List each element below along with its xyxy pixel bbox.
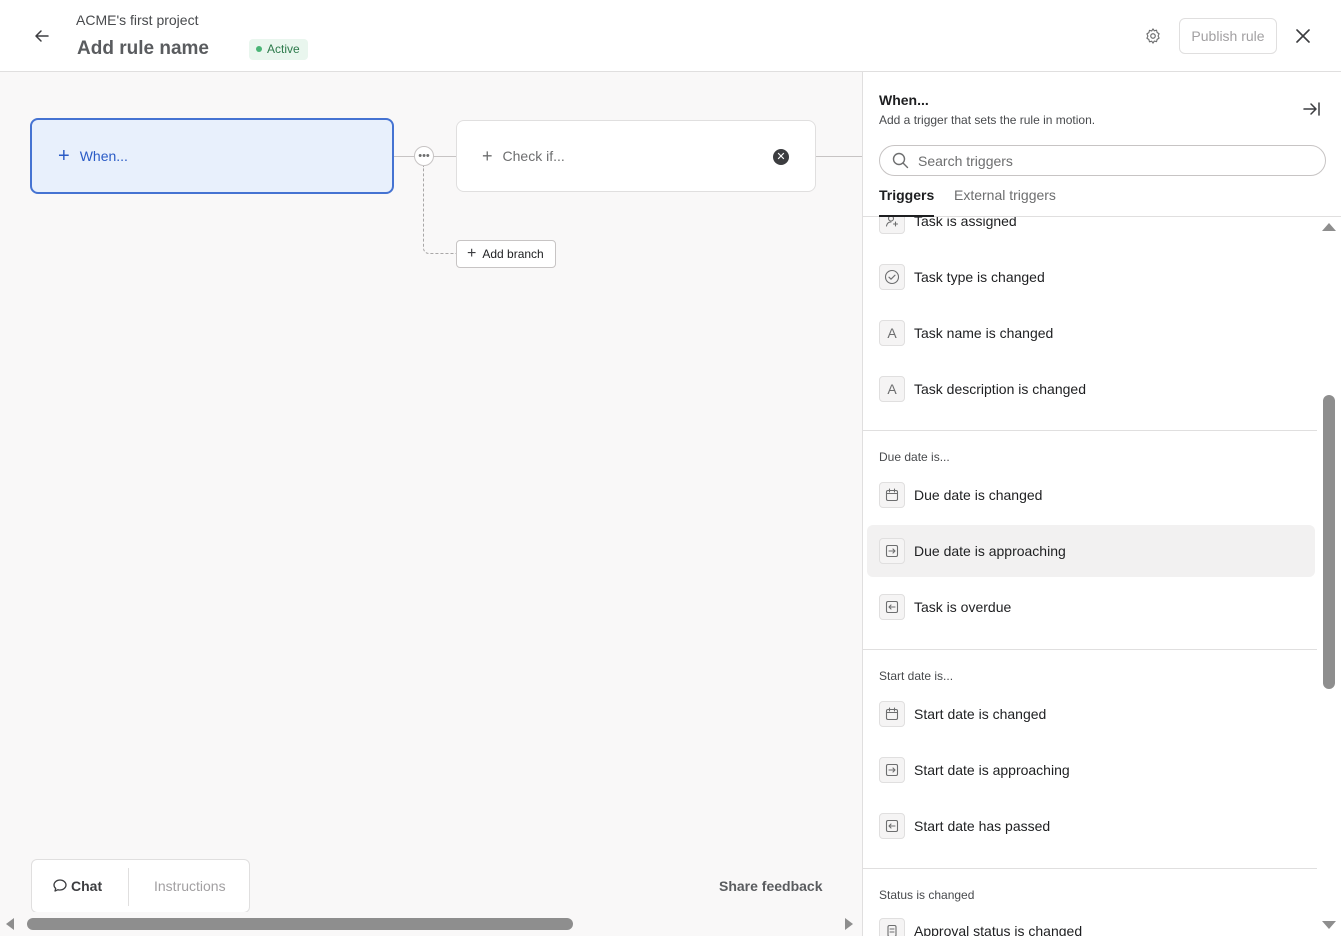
section-heading-due-date: Due date is... [879, 450, 950, 464]
section-heading-status: Status is changed [879, 888, 975, 902]
gear-icon [1146, 28, 1160, 44]
chat-bubble-icon [52, 878, 68, 894]
scroll-up-icon[interactable] [1322, 223, 1336, 231]
tab-triggers[interactable]: Triggers [879, 187, 935, 217]
trigger-item-task-overdue[interactable]: Task is overdue [867, 581, 1315, 633]
trigger-item-label: Due date is approaching [914, 543, 1066, 559]
rule-name[interactable]: Add rule name [77, 38, 209, 60]
search-icon [892, 152, 909, 169]
trigger-item-task-type-changed[interactable]: Task type is changed [867, 251, 1315, 303]
settings-button[interactable] [1140, 23, 1166, 49]
arrow-out-icon [879, 813, 905, 839]
trigger-item-task-assigned[interactable]: Task is assigned [867, 217, 1315, 247]
trigger-item-due-date-changed[interactable]: Due date is changed [867, 469, 1315, 521]
search-triggers-box[interactable] [879, 145, 1326, 176]
header: ACME's first project Add rule name Activ… [0, 0, 1341, 72]
trigger-item-label: Start date is approaching [914, 762, 1070, 778]
close-icon [1296, 29, 1310, 43]
add-branch-button[interactable]: + Add branch [456, 240, 556, 268]
trigger-item-label: Start date is changed [914, 706, 1047, 722]
instructions-button[interactable]: Instructions [154, 878, 226, 894]
section-divider [863, 868, 1319, 869]
chat-instructions-toggle: Chat Instructions [31, 859, 250, 913]
plus-icon: + [482, 146, 493, 166]
arrow-in-icon [879, 538, 905, 564]
panel-subtitle: Add a trigger that sets the rule in moti… [879, 113, 1096, 127]
trigger-item-due-date-approaching[interactable]: Due date is approaching [867, 525, 1315, 577]
add-branch-label: Add branch [482, 247, 544, 261]
scrollbar-thumb[interactable] [27, 918, 573, 930]
vertical-scrollbar[interactable] [1317, 217, 1341, 936]
trigger-list: Task is assigned Task type is changed A … [863, 217, 1319, 936]
back-button[interactable] [28, 22, 56, 50]
trigger-item-label: Approval status is changed [914, 923, 1083, 936]
trigger-tabs: Triggers External triggers [863, 184, 1341, 217]
chat-label: Chat [71, 878, 103, 894]
trigger-item-task-description-changed[interactable]: A Task description is changed [867, 363, 1315, 415]
trigger-item-label: Due date is changed [914, 487, 1043, 503]
plus-icon: + [467, 245, 477, 262]
status-badge: Active [249, 39, 308, 60]
trigger-item-label: Task is overdue [914, 599, 1012, 615]
tab-external-triggers[interactable]: External triggers [954, 187, 1056, 217]
check-if-label: Check if... [502, 148, 565, 164]
calendar-icon [879, 701, 905, 727]
trigger-item-label: Task description is changed [914, 381, 1086, 397]
trigger-item-label: Task is assigned [914, 217, 1017, 229]
branch-connector [423, 166, 457, 254]
connector-line [816, 156, 862, 157]
person-add-icon [879, 217, 905, 234]
section-divider [863, 649, 1319, 650]
panel-title: When... [879, 92, 929, 108]
ellipsis-icon: ••• [418, 149, 430, 162]
approval-icon [879, 918, 905, 936]
check-circle-icon [879, 264, 905, 290]
remove-condition-button[interactable]: ✕ [773, 149, 789, 165]
check-if-card[interactable]: + Check if... ✕ [456, 120, 816, 192]
scroll-left-icon[interactable] [6, 918, 14, 930]
plus-icon: + [58, 145, 70, 167]
arrow-in-icon [879, 757, 905, 783]
scroll-down-icon[interactable] [1322, 921, 1336, 929]
trigger-item-task-name-changed[interactable]: A Task name is changed [867, 307, 1315, 359]
trigger-item-start-date-passed[interactable]: Start date has passed [867, 800, 1315, 852]
rule-canvas: + When... ••• + Check if... ✕ + Add bran… [0, 72, 862, 936]
arrow-out-icon [879, 594, 905, 620]
when-trigger-card[interactable]: + When... [30, 118, 394, 194]
text-icon: A [879, 376, 905, 402]
section-heading-start-date: Start date is... [879, 669, 954, 683]
calendar-icon [879, 482, 905, 508]
share-feedback-link[interactable]: Share feedback [719, 878, 823, 894]
divider [128, 868, 129, 906]
scroll-right-icon[interactable] [845, 918, 853, 930]
publish-rule-button[interactable]: Publish rule [1179, 18, 1277, 54]
trigger-panel: When... Add a trigger that sets the rule… [862, 72, 1341, 936]
collapse-panel-button[interactable] [1301, 98, 1323, 120]
trigger-item-start-date-approaching[interactable]: Start date is approaching [867, 744, 1315, 796]
horizontal-scrollbar[interactable] [0, 912, 862, 936]
chat-button[interactable]: Chat [52, 878, 102, 894]
project-name[interactable]: ACME's first project [76, 12, 198, 28]
trigger-item-approval-status-changed[interactable]: Approval status is changed [867, 905, 1315, 936]
when-label: When... [79, 148, 128, 164]
close-button[interactable] [1290, 23, 1316, 49]
trigger-item-label: Task name is changed [914, 325, 1054, 341]
trigger-item-label: Start date has passed [914, 818, 1051, 834]
section-divider [863, 430, 1319, 431]
arrow-left-icon [35, 30, 49, 42]
trigger-item-label: Task type is changed [914, 269, 1045, 285]
search-triggers-input[interactable] [918, 152, 1298, 169]
trigger-item-start-date-changed[interactable]: Start date is changed [867, 688, 1315, 740]
collapse-right-icon [1303, 102, 1320, 116]
text-icon: A [879, 320, 905, 346]
more-options-button[interactable]: ••• [414, 146, 434, 166]
scrollbar-thumb[interactable] [1323, 395, 1335, 689]
